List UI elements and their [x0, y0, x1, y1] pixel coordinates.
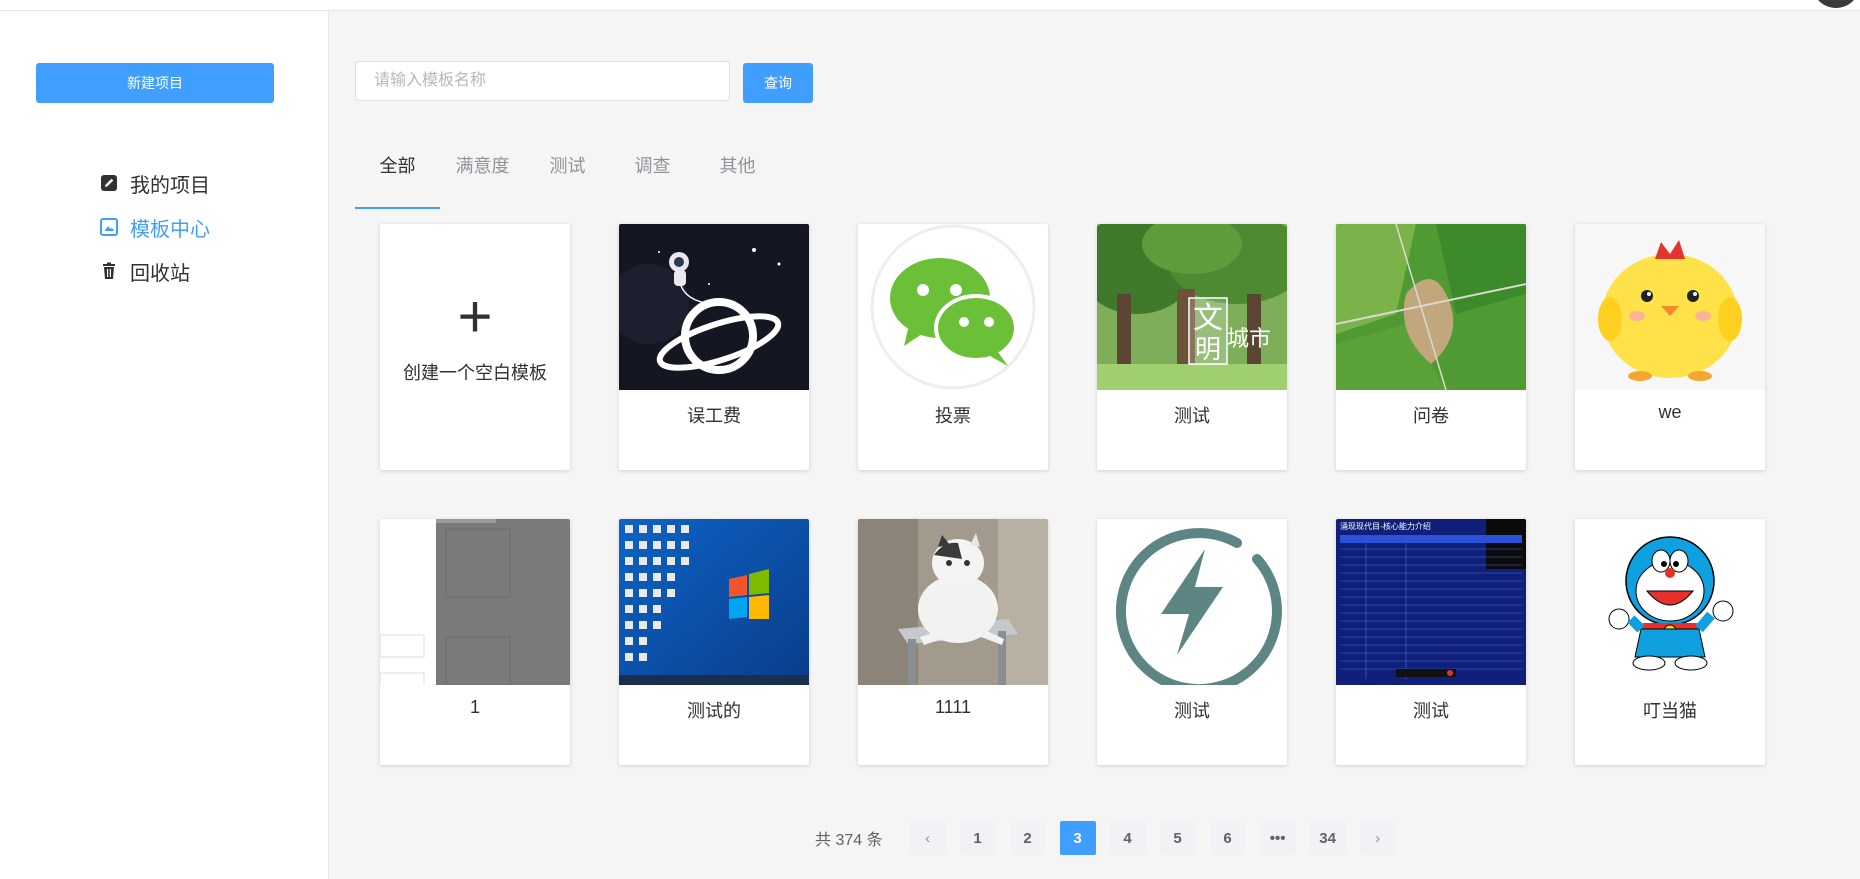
main-content: 查询 全部 满意度 测试 调查 其他 + 创建一个空白模板	[330, 11, 1860, 879]
template-label: 投票	[935, 406, 971, 426]
edit-icon	[100, 174, 118, 192]
template-thumbnail: 文 明 城市	[1097, 224, 1287, 390]
template-card[interactable]: 1	[380, 519, 570, 765]
template-label: 1111	[934, 697, 972, 717]
next-page-button[interactable]: ›	[1359, 821, 1396, 855]
template-card[interactable]: 文 明 城市 测试	[1097, 224, 1287, 470]
template-label: 1	[469, 697, 480, 717]
sidebar-item-label: 回收站	[130, 262, 190, 285]
page-34[interactable]: 34	[1309, 821, 1346, 855]
blank-template-label: 创建一个空白模板	[403, 363, 547, 383]
template-card[interactable]: 涌现现代目-核心能力介绍 测试	[1336, 519, 1526, 765]
pagination: 共 374 条 ‹ 1 2 3 4 5 6 ••• 34 ›	[815, 821, 1403, 855]
template-card[interactable]: 误工费	[619, 224, 809, 470]
create-blank-template-card[interactable]: + 创建一个空白模板	[380, 224, 570, 470]
template-thumbnail	[1575, 519, 1765, 685]
template-icon	[100, 218, 118, 236]
tab-survey[interactable]: 调查	[610, 141, 695, 209]
template-label: 问卷	[1413, 406, 1449, 426]
template-thumbnail	[858, 519, 1048, 685]
tab-satisfaction[interactable]: 满意度	[440, 141, 525, 209]
template-thumbnail: 涌现现代目-核心能力介绍	[1336, 519, 1526, 685]
page-3-current[interactable]: 3	[1059, 821, 1096, 855]
prev-page-button[interactable]: ‹	[909, 821, 946, 855]
template-search-input[interactable]	[355, 61, 730, 101]
sidebar-nav: 我的项目 模板中心 回收站	[100, 161, 210, 293]
template-thumbnail	[1097, 519, 1287, 685]
category-tabs: 全部 满意度 测试 调查 其他	[355, 141, 780, 209]
template-card[interactable]: 测试	[1097, 519, 1287, 765]
trash-icon	[100, 262, 118, 280]
template-thumbnail	[619, 519, 809, 685]
city-title-char-1: 文	[1193, 301, 1223, 336]
template-card[interactable]: 1111	[858, 519, 1048, 765]
template-card[interactable]: 投票	[858, 224, 1048, 470]
sidebar-item-recycle-bin[interactable]: 回收站	[100, 249, 210, 293]
plus-icon: +	[457, 283, 493, 350]
page-1[interactable]: 1	[959, 821, 996, 855]
page-2[interactable]: 2	[1009, 821, 1046, 855]
tab-test[interactable]: 测试	[525, 141, 610, 209]
sidebar: 新建项目 我的项目 模板中心 回收站	[0, 11, 329, 879]
template-thumbnail	[1575, 224, 1765, 390]
template-label: 测试的	[687, 701, 741, 721]
template-thumbnail	[380, 519, 570, 685]
new-project-button[interactable]: 新建项目	[36, 63, 274, 103]
template-label: 叮当猫	[1643, 701, 1697, 721]
top-header	[0, 0, 1860, 11]
template-label: 误工费	[687, 406, 741, 426]
total-count: 共 374 条	[815, 832, 883, 849]
template-card[interactable]: 叮当猫	[1575, 519, 1765, 765]
city-title-city: 城市	[1227, 327, 1271, 352]
page-6[interactable]: 6	[1209, 821, 1246, 855]
query-button[interactable]: 查询	[743, 63, 813, 103]
template-card[interactable]: 测试的	[619, 519, 809, 765]
avatar[interactable]	[1812, 0, 1860, 8]
template-thumbnail	[1336, 224, 1526, 390]
template-label: 测试	[1174, 701, 1210, 721]
more-pages-ellipsis[interactable]: •••	[1259, 821, 1296, 855]
tab-all[interactable]: 全部	[355, 141, 440, 209]
template-label: 测试	[1413, 701, 1449, 721]
page-5[interactable]: 5	[1159, 821, 1196, 855]
template-thumbnail	[858, 224, 1048, 390]
tab-other[interactable]: 其他	[695, 141, 780, 209]
template-thumbnail	[619, 224, 809, 390]
sidebar-item-label: 模板中心	[130, 218, 210, 241]
template-card[interactable]: 问卷	[1336, 224, 1526, 470]
template-card[interactable]: we	[1575, 224, 1765, 470]
template-label: 测试	[1174, 406, 1210, 426]
page-4[interactable]: 4	[1109, 821, 1146, 855]
sidebar-item-template-center[interactable]: 模板中心	[100, 205, 210, 249]
sidebar-item-my-projects[interactable]: 我的项目	[100, 161, 210, 205]
template-label: we	[1658, 402, 1682, 422]
sidebar-item-label: 我的项目	[130, 174, 210, 197]
city-title-char-2: 明	[1195, 335, 1221, 365]
slide-title: 涌现现代目-核心能力介绍	[1340, 521, 1431, 531]
